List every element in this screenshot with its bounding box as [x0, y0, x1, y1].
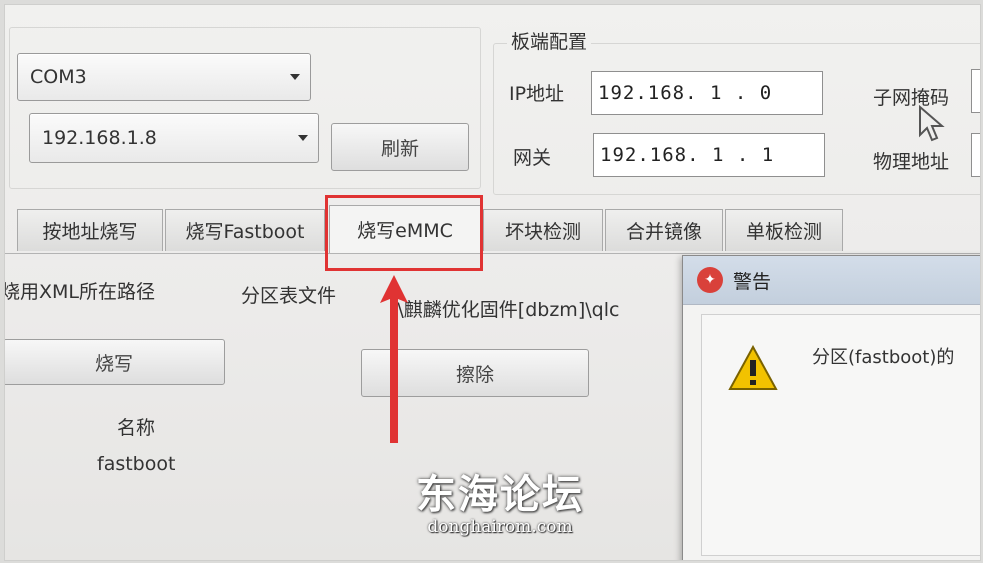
ip-select[interactable]: 192.168.1.8 — [29, 113, 319, 163]
arrow-up-icon — [380, 275, 408, 443]
warning-dialog: ✦ 警告 分区(fastboot)的 — [682, 255, 980, 560]
board-config-title: 板端配置 — [507, 27, 592, 54]
app-window: COM3 192.168.1.8 刷新 板端配置 IP地址 192.168. 1… — [4, 4, 981, 561]
name-column-header: 名称 — [117, 417, 156, 439]
tab-label: 坏块检测 — [504, 221, 581, 243]
mac-label: 物理地址 — [873, 151, 950, 173]
chevron-down-icon — [290, 74, 300, 80]
tab-burn-fastboot[interactable]: 烧写Fastboot — [165, 209, 325, 251]
tab-label: 合并镜像 — [625, 221, 702, 243]
ip-label: IP地址 — [509, 83, 565, 105]
tab-label: 按地址烧写 — [42, 221, 138, 243]
app-logo-icon: ✦ — [697, 267, 723, 293]
watermark-url: donghairom.com — [427, 517, 573, 537]
dialog-title: 警告 — [733, 270, 772, 293]
burn-label: 烧写 — [94, 352, 133, 375]
mac-field[interactable] — [971, 133, 980, 177]
mouse-cursor-icon — [919, 105, 945, 142]
watermark-title: 东海论坛 — [416, 471, 584, 518]
dialog-message: 分区(fastboot)的 — [812, 347, 955, 368]
tab-label: 单板检测 — [745, 221, 822, 243]
tab-burn-by-address[interactable]: 按地址烧写 — [17, 209, 163, 251]
partition-file-label: 分区表文件 — [241, 285, 337, 307]
tab-divider — [5, 253, 980, 254]
dialog-body: 分区(fastboot)的 — [701, 314, 980, 556]
gateway-field[interactable]: 192.168. 1 . 1 — [593, 133, 825, 177]
tab-bad-block-check[interactable]: 坏块检测 — [483, 209, 603, 251]
tab-bar: 按地址烧写 烧写Fastboot 烧写eMMC 坏块检测 合并镜像 单板检测 — [5, 203, 980, 263]
com-port-value: COM3 — [30, 66, 87, 88]
refresh-label: 刷新 — [380, 137, 419, 160]
tab-board-check[interactable]: 单板检测 — [725, 209, 843, 251]
table-row[interactable]: fastboot — [97, 453, 175, 475]
chevron-down-icon — [298, 135, 308, 141]
subnet-field[interactable] — [971, 69, 980, 113]
ip-address-field[interactable]: 192.168. 1 . 0 — [591, 71, 823, 115]
partition-file-path: :\麒麟优化固件[dbzm]\qlc — [391, 299, 620, 321]
tab-label: 烧写Fastboot — [185, 221, 305, 243]
burn-button[interactable]: 烧写 — [5, 339, 225, 385]
erase-label: 擦除 — [455, 363, 494, 386]
ip-select-value: 192.168.1.8 — [42, 127, 157, 149]
xml-path-label: 烧用XML所在路径 — [4, 281, 155, 303]
highlight-box — [325, 195, 483, 271]
tab-merge-image[interactable]: 合并镜像 — [605, 209, 723, 251]
watermark: 东海论坛 donghairom.com — [400, 471, 600, 538]
warning-icon — [728, 345, 778, 390]
refresh-button[interactable]: 刷新 — [331, 123, 469, 171]
dialog-title-bar: ✦ 警告 — [683, 256, 980, 305]
gateway-label: 网关 — [513, 147, 552, 169]
com-port-select[interactable]: COM3 — [17, 53, 311, 101]
